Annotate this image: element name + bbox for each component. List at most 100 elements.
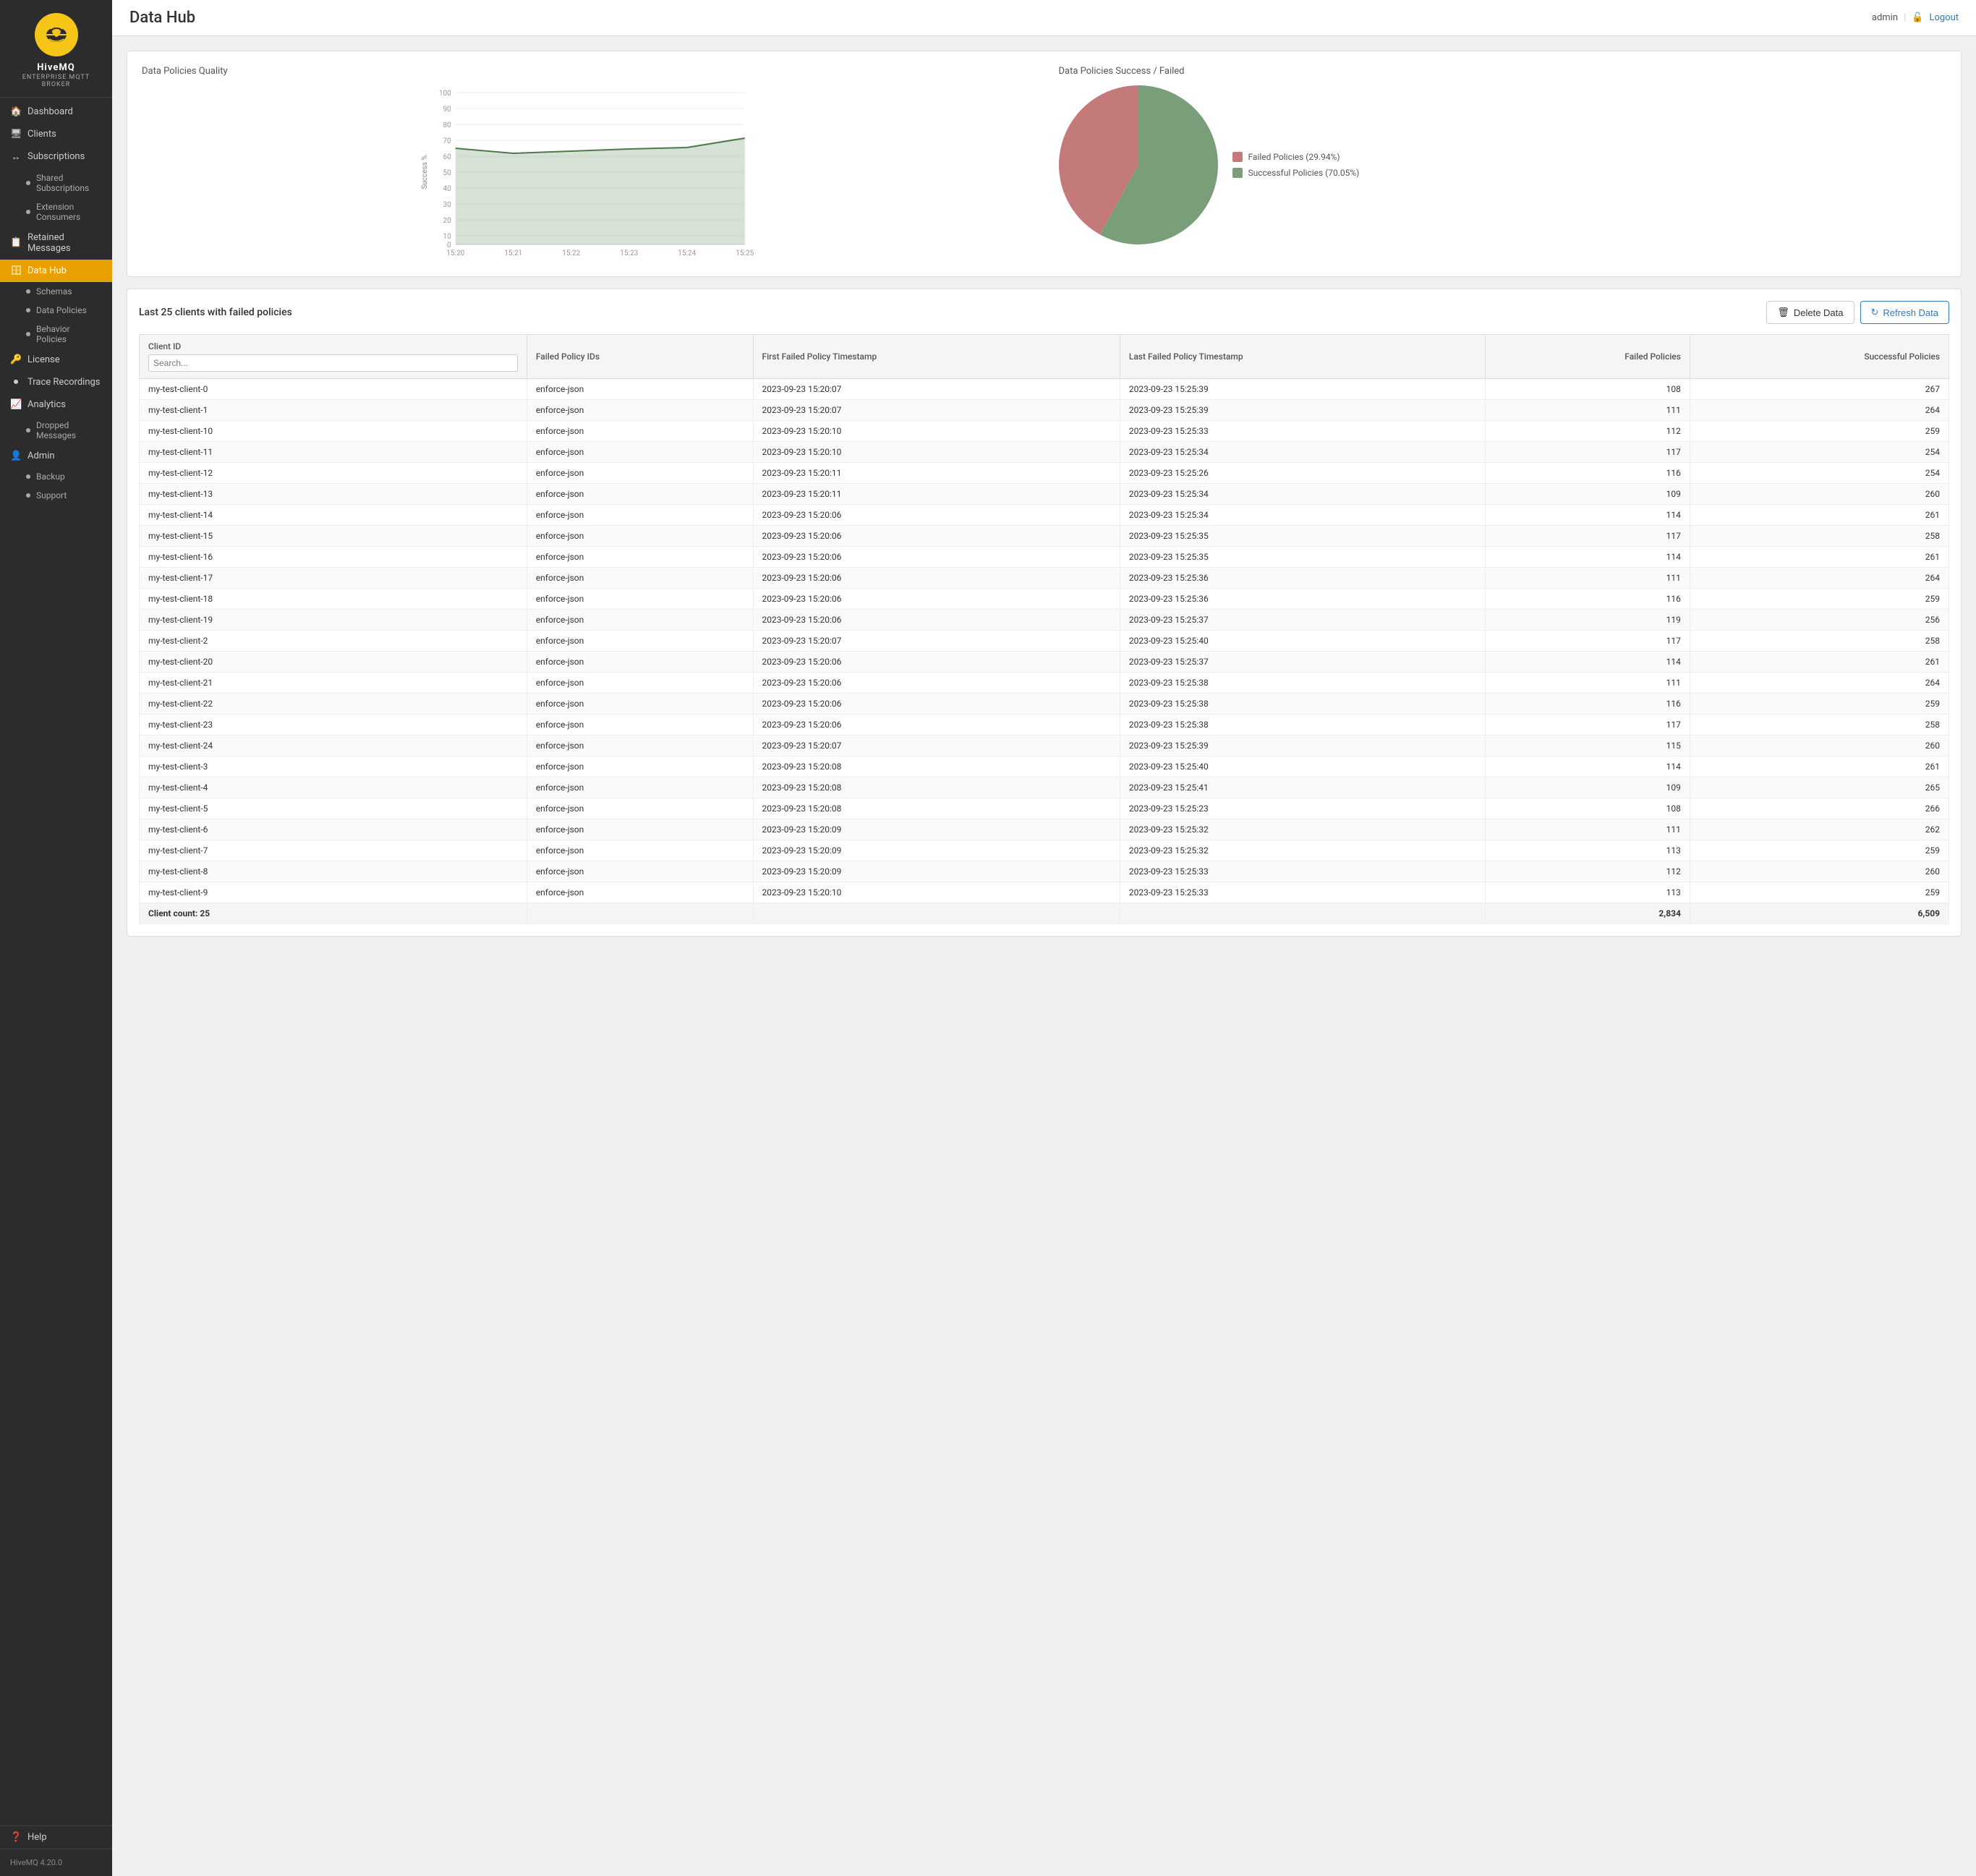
cell-failed: 115 [1485, 736, 1690, 756]
cell-first-failed: 2023-09-23 15:20:06 [753, 505, 1120, 526]
cell-policy-ids: enforce-json [527, 400, 753, 421]
sidebar-item-admin[interactable]: 👤 Admin [0, 445, 112, 467]
col-header-client-id[interactable]: Client ID [140, 335, 527, 379]
cell-last-failed: 2023-09-23 15:25:39 [1120, 400, 1485, 421]
col-header-failed-policy-ids: Failed Policy IDs [527, 335, 753, 379]
sidebar-item-data-policies[interactable]: Data Policies [0, 301, 112, 320]
sidebar-label-dropped-messages: Dropped Messages [36, 420, 102, 440]
sidebar-label-schemas: Schemas [36, 286, 72, 297]
dot-icon [26, 181, 30, 185]
sidebar-item-trace-recordings[interactable]: ⏺ Trace Recordings [0, 371, 112, 393]
sidebar-item-support[interactable]: Support [0, 486, 112, 505]
cell-successful: 260 [1690, 736, 1949, 756]
table-row: my-test-client-20 enforce-json 2023-09-2… [140, 652, 1949, 673]
cell-first-failed: 2023-09-23 15:20:10 [753, 421, 1120, 442]
cell-client-id: my-test-client-15 [140, 526, 527, 547]
cell-failed: 112 [1485, 861, 1690, 882]
cell-successful: 259 [1690, 421, 1949, 442]
cell-last-failed: 2023-09-23 15:25:39 [1120, 379, 1485, 400]
cell-client-id: my-test-client-12 [140, 463, 527, 484]
cell-policy-ids: enforce-json [527, 736, 753, 756]
client-id-search[interactable] [148, 354, 518, 372]
sidebar-item-shared-subscriptions[interactable]: Shared Subscriptions [0, 169, 112, 197]
svg-text:20: 20 [443, 217, 452, 225]
sidebar-item-schemas[interactable]: Schemas [0, 282, 112, 301]
logo-area: HiveMQ ENTERPRISE MQTT BROKER [0, 0, 112, 98]
trash-icon: 🗑 [1777, 307, 1789, 318]
svg-text:60: 60 [443, 153, 452, 161]
cell-policy-ids: enforce-json [527, 840, 753, 861]
table-row: my-test-client-10 enforce-json 2023-09-2… [140, 421, 1949, 442]
pie-chart-section: Data Policies Success / Failed Failed Po… [1059, 66, 1947, 262]
cell-failed: 114 [1485, 547, 1690, 568]
dot-icon [26, 210, 30, 214]
sidebar-item-subscriptions[interactable]: ↔ Subscriptions [0, 145, 112, 169]
cell-failed: 117 [1485, 715, 1690, 736]
sidebar-item-license[interactable]: 🔑 License [0, 349, 112, 371]
brand-name: HiveMQ [37, 62, 74, 74]
table-row: my-test-client-0 enforce-json 2023-09-23… [140, 379, 1949, 400]
sidebar-item-extension-consumers[interactable]: Extension Consumers [0, 197, 112, 226]
svg-text:15:23: 15:23 [620, 250, 638, 257]
cell-client-id: my-test-client-2 [140, 631, 527, 652]
cell-last-failed: 2023-09-23 15:25:34 [1120, 505, 1485, 526]
clients-table: Client ID Failed Policy IDs First Failed… [139, 334, 1949, 924]
cell-successful: 259 [1690, 589, 1949, 610]
cell-first-failed: 2023-09-23 15:20:06 [753, 568, 1120, 589]
cell-last-failed: 2023-09-23 15:25:40 [1120, 756, 1485, 777]
cell-last-failed: 2023-09-23 15:25:38 [1120, 715, 1485, 736]
table-row: my-test-client-19 enforce-json 2023-09-2… [140, 610, 1949, 631]
dot-icon [26, 493, 30, 498]
cell-successful: 264 [1690, 568, 1949, 589]
sidebar-item-retained-messages[interactable]: 📋 Retained Messages [0, 226, 112, 260]
table-head: Client ID Failed Policy IDs First Failed… [140, 335, 1949, 379]
refresh-data-button[interactable]: ↻ Refresh Data [1860, 301, 1950, 324]
table-row: my-test-client-1 enforce-json 2023-09-23… [140, 400, 1949, 421]
cell-client-id: my-test-client-17 [140, 568, 527, 589]
cell-failed: 111 [1485, 400, 1690, 421]
cell-policy-ids: enforce-json [527, 882, 753, 903]
version-label: HiveMQ 4.20.0 [0, 1849, 112, 1876]
svg-text:10: 10 [443, 233, 452, 241]
sidebar-label-extension-consumers: Extension Consumers [36, 202, 102, 222]
cell-first-failed: 2023-09-23 15:20:06 [753, 589, 1120, 610]
cell-last-failed: 2023-09-23 15:25:37 [1120, 652, 1485, 673]
cell-policy-ids: enforce-json [527, 379, 753, 400]
cell-successful: 259 [1690, 694, 1949, 715]
sidebar-item-backup[interactable]: Backup [0, 467, 112, 486]
cell-failed: 114 [1485, 756, 1690, 777]
cell-failed: 109 [1485, 777, 1690, 798]
subscriptions-icon: ↔ [10, 151, 22, 163]
sidebar-label-subscriptions: Subscriptions [27, 151, 85, 162]
sidebar-item-dropped-messages[interactable]: Dropped Messages [0, 416, 112, 445]
pie-chart-svg [1059, 85, 1218, 244]
sidebar-item-analytics[interactable]: 📈 Analytics [0, 393, 112, 416]
sidebar-item-dashboard[interactable]: 🏠 Dashboard [0, 101, 112, 123]
svg-text:15:21: 15:21 [504, 250, 522, 257]
license-icon: 🔑 [10, 354, 22, 365]
cell-client-id: my-test-client-6 [140, 819, 527, 840]
sidebar-item-clients[interactable]: 🖥 Clients [0, 123, 112, 145]
delete-data-button[interactable]: 🗑 Delete Data [1766, 301, 1854, 324]
col-header-first-failed: First Failed Policy Timestamp [753, 335, 1120, 379]
legend-item-success: Successful Policies (70.05%) [1232, 168, 1360, 178]
admin-icon: 👤 [10, 451, 22, 461]
footer-empty2 [753, 903, 1120, 924]
cell-client-id: my-test-client-24 [140, 736, 527, 756]
cell-last-failed: 2023-09-23 15:25:23 [1120, 798, 1485, 819]
cell-client-id: my-test-client-14 [140, 505, 527, 526]
cell-last-failed: 2023-09-23 15:25:41 [1120, 777, 1485, 798]
sidebar-item-data-hub[interactable]: 🗄 Data Hub [0, 260, 112, 282]
sidebar-item-help[interactable]: ❓ Help [0, 1825, 112, 1849]
dot-icon [26, 474, 30, 479]
sidebar-label-clients: Clients [27, 129, 56, 140]
table-body: my-test-client-0 enforce-json 2023-09-23… [140, 379, 1949, 924]
logout-link[interactable]: Logout [1929, 12, 1959, 23]
cell-first-failed: 2023-09-23 15:20:06 [753, 652, 1120, 673]
sidebar-item-behavior-policies[interactable]: Behavior Policies [0, 320, 112, 349]
col-header-successful-policies: Successful Policies [1690, 335, 1949, 379]
svg-text:100: 100 [439, 90, 451, 98]
svg-text:90: 90 [443, 106, 452, 114]
svg-text:40: 40 [443, 185, 452, 193]
sidebar-label-support: Support [36, 490, 67, 500]
